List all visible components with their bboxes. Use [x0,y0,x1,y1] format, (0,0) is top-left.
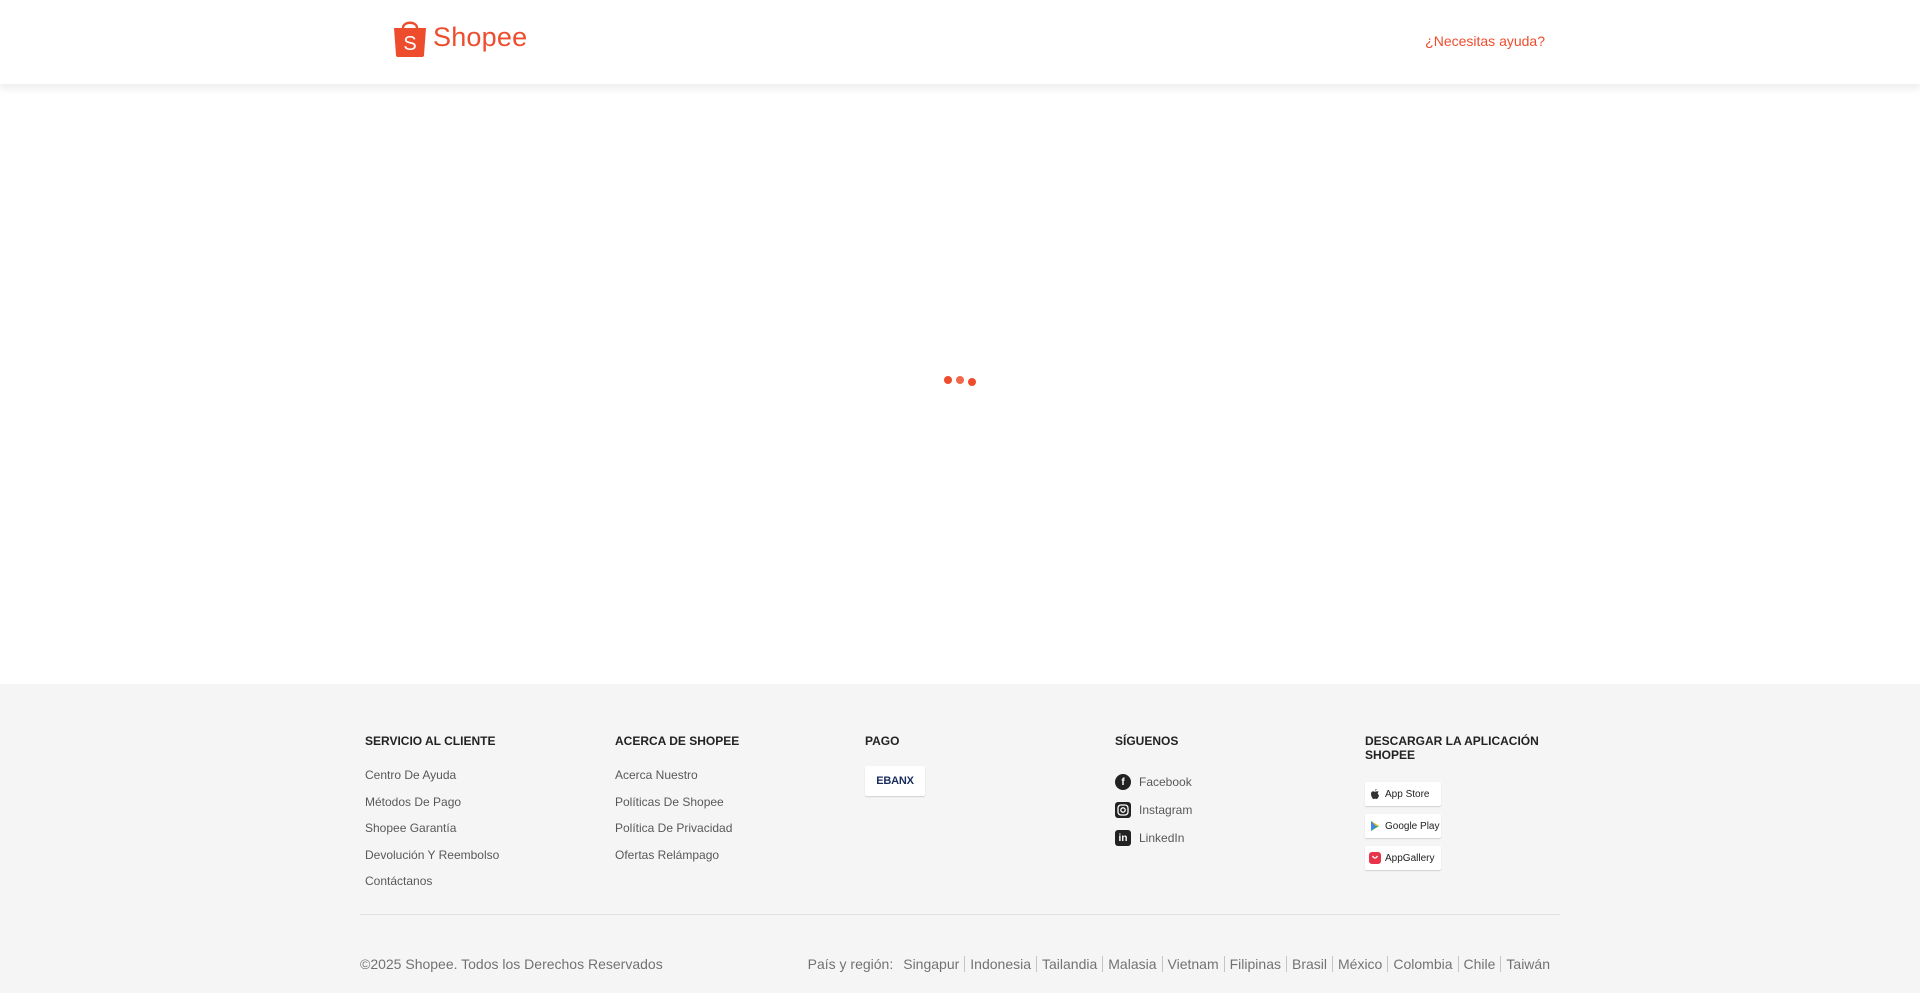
footer-column-title: DESCARGAR LA APLICACIÓN SHOPEE [1365,734,1539,762]
footer-about: ACERCA DE SHOPEE Acerca Nuestro Política… [615,734,845,874]
country-link-vietnam[interactable]: Vietnam [1161,956,1224,972]
country-link-indonesia[interactable]: Indonesia [964,956,1036,972]
country-link-singapur[interactable]: Singapur [898,956,964,972]
instagram-icon [1115,802,1131,818]
facebook-icon: f [1115,774,1131,790]
footer-column-title: SERVICIO AL CLIENTE [365,734,496,748]
country-region-list: País y región: Singapur Indonesia Tailan… [808,956,1555,972]
footer-link-guarantee[interactable]: Shopee Garantía [365,821,595,848]
loading-dot [956,376,964,384]
footer-link-flash-deals[interactable]: Ofertas Relámpago [615,848,845,875]
footer-link-returns[interactable]: Devolución Y Reembolso [365,848,595,875]
linkedin-icon: in [1115,830,1131,846]
help-link[interactable]: ¿Necesitas ayuda? [1425,33,1545,49]
footer-follow-us: SÍGUENOS f Facebook Instagram in LinkedI… [1115,734,1345,852]
footer-divider [360,914,1560,915]
country-link-chile[interactable]: Chile [1457,956,1501,972]
country-link-brasil[interactable]: Brasil [1285,956,1332,972]
page-header: S Shopee ¿Necesitas ayuda? [0,0,1920,84]
loading-indicator [944,376,978,390]
brand-name: Shopee [433,21,528,52]
footer-link-about-us[interactable]: Acerca Nuestro [615,768,845,795]
footer-link-payment-methods[interactable]: Métodos De Pago [365,795,595,822]
country-link-taiwan[interactable]: Taiwán [1500,956,1555,972]
shopping-bag-icon: S [394,21,426,57]
footer-link-policies[interactable]: Políticas De Shopee [615,795,845,822]
footer-link-help-center[interactable]: Centro De Ayuda [365,768,595,795]
appgallery-icon [1369,852,1381,864]
footer-link-facebook[interactable]: f Facebook [1115,768,1345,796]
ebanx-payment-logo: EBANX [865,766,925,796]
copyright-text: ©2025 Shopee. Todos los Derechos Reserva… [360,956,663,972]
country-label: País y región: [807,956,894,972]
footer-column-title: PAGO [865,734,900,748]
social-label: LinkedIn [1139,830,1185,845]
footer-customer-service: SERVICIO AL CLIENTE Centro De Ayuda Méto… [365,734,595,901]
country-link-filipinas[interactable]: Filipinas [1223,956,1286,972]
footer-link-contact[interactable]: Contáctanos [365,874,595,901]
country-link-tailandia[interactable]: Tailandia [1036,956,1102,972]
footer-link-privacy[interactable]: Política De Privacidad [615,821,845,848]
country-link-colombia[interactable]: Colombia [1387,956,1457,972]
google-play-badge[interactable]: Google Play [1365,814,1441,838]
footer-payment: PAGO EBANX [865,734,1095,796]
footer-column-title: ACERCA DE SHOPEE [615,734,740,748]
footer-download-app: DESCARGAR LA APLICACIÓN SHOPEE App Store… [1365,734,1565,878]
google-play-icon [1371,821,1379,831]
ebanx-label: EBANX [876,775,914,787]
svg-text:S: S [403,33,416,55]
loading-dot [944,376,952,384]
loading-dot [968,378,976,386]
main-content [0,84,1920,684]
social-label: Instagram [1139,802,1193,817]
country-link-malasia[interactable]: Malasia [1102,956,1161,972]
appgallery-label: AppGallery [1385,852,1435,864]
apple-icon [1371,789,1379,799]
page-footer: SERVICIO AL CLIENTE Centro De Ayuda Méto… [0,684,1920,993]
country-link-mexico[interactable]: México [1332,956,1387,972]
appgallery-badge[interactable]: AppGallery [1365,846,1441,870]
footer-link-linkedin[interactable]: in LinkedIn [1115,824,1345,852]
social-label: Facebook [1139,774,1192,789]
shopee-logo[interactable]: S Shopee [393,16,527,58]
footer-column-title: SÍGUENOS [1115,734,1179,748]
google-play-label: Google Play [1385,820,1440,832]
app-store-badge[interactable]: App Store [1365,782,1441,806]
footer-link-instagram[interactable]: Instagram [1115,796,1345,824]
app-store-label: App Store [1385,788,1430,800]
